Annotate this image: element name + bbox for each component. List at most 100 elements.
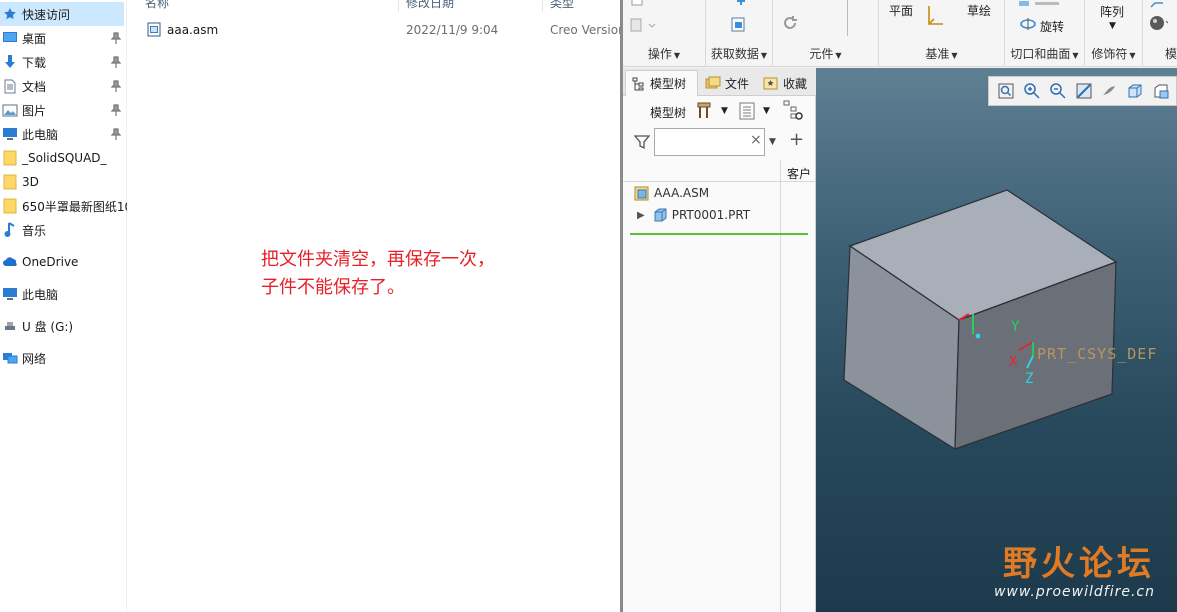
tab-model-tree[interactable]: 模型树 [625, 70, 698, 96]
folder-icon [2, 150, 18, 166]
pin-icon[interactable] [110, 104, 122, 116]
show-tree-filters-icon[interactable] [782, 99, 804, 124]
csys-name-label: PRT_CSYS_DEF [1037, 345, 1157, 363]
nav-item-this-pc[interactable]: 此电脑 [0, 282, 127, 306]
nav-item-label: 图片 [22, 103, 47, 118]
computer-icon [2, 126, 18, 142]
clear-filter-icon[interactable]: × [750, 132, 762, 148]
plane-button[interactable]: 平面 [889, 2, 913, 19]
ribbon-group-modifiers: 阵列 ▼ 修饰符 ▼ [1085, 0, 1143, 67]
ribbon-group-model: 模 [1143, 0, 1177, 67]
tab-favorites[interactable]: 收藏 [763, 70, 815, 96]
file-row[interactable]: aaa.asm 2022/11/9 9:04 Creo Version [138, 19, 626, 41]
regenerate-icon[interactable] [781, 14, 799, 35]
filter-funnel-icon[interactable] [633, 134, 651, 153]
extrude-icon[interactable] [1017, 0, 1067, 12]
nav-item-quick-access[interactable]: 快速访问 [0, 2, 124, 26]
column-separator[interactable] [542, 0, 543, 12]
csys-axis-label-y: Y [1011, 319, 1020, 335]
creo-window: 操作 ▼ 获取数据 ▼ 元件 ▼ 平面 草绘 基准 ▼ 旋转 切口和曲面 ▼ 阵… [623, 0, 1177, 612]
tree-column-label[interactable]: 客户 [787, 165, 811, 182]
sketch-button[interactable]: 草绘 [967, 2, 991, 19]
nav-item-label: U 盘 (G:) [22, 319, 74, 334]
view-cube-icon[interactable] [1149, 0, 1165, 12]
ribbon-group-label[interactable]: 获取数据 ▼ [706, 45, 772, 62]
nav-item-downloads[interactable]: 下载 [0, 50, 127, 74]
appearance-sphere-icon[interactable] [1149, 14, 1169, 35]
nav-item-usb-drive[interactable]: U 盘 (G:) [0, 314, 127, 338]
asm-file-icon [147, 22, 161, 40]
annotation-line: 把文件夹清空，再保存一次， [261, 249, 495, 270]
column-header-type[interactable]: 类型 [550, 0, 574, 10]
tab-label: 收藏 [783, 76, 808, 91]
ribbon-group-label[interactable]: 元件 ▼ [773, 45, 878, 62]
tree-node-assembly[interactable]: AAA.ASM [634, 183, 709, 203]
tree-insert-indicator[interactable] [630, 233, 808, 235]
download-arrow-icon [2, 54, 18, 70]
pin-icon[interactable] [110, 56, 122, 68]
ribbon-group-datum: 平面 草绘 基准 ▼ [879, 0, 1005, 67]
column-header-name[interactable]: 名称 [145, 0, 169, 10]
pin-icon[interactable] [110, 128, 122, 140]
tree-column-separator[interactable] [780, 160, 781, 612]
import-icon[interactable] [730, 16, 748, 37]
axis-icon[interactable] [926, 0, 946, 37]
nav-item-3d[interactable]: 3D [0, 170, 127, 194]
ribbon-group-components: 元件 ▼ [773, 0, 879, 67]
ribbon-group-label[interactable]: 操作 ▼ [623, 45, 705, 62]
csys-axis-label-x: X [1009, 354, 1018, 370]
ribbon-group-label[interactable]: 模 [1143, 45, 1177, 62]
tab-files[interactable]: 文件 [705, 70, 755, 96]
ribbon-group-cuts-surfaces: 旋转 切口和曲面 ▼ [1005, 0, 1085, 67]
expand-arrow-icon[interactable]: ▶ [637, 210, 645, 221]
part-model-canvas[interactable]: X Y Z PRT_CSYS_DEF [816, 68, 1177, 612]
nav-item-music[interactable]: 音乐 [0, 218, 127, 242]
tree-columns-icon[interactable] [739, 102, 755, 123]
network-icon [2, 350, 18, 366]
nav-item-this-pc-pinned[interactable]: 此电脑 [0, 122, 127, 146]
column-separator[interactable] [398, 0, 399, 12]
paste-icon[interactable] [630, 17, 656, 36]
tab-label: 模型树 [650, 77, 687, 91]
tree-settings-tools-icon[interactable] [697, 102, 713, 123]
revolve-button[interactable]: 旋转 [1040, 18, 1064, 35]
ribbon-group-operations: 操作 ▼ [623, 0, 706, 67]
tree-toolbar: 模型树 ▼ ▼ [623, 96, 816, 126]
csys-axis-label-z: Z [1025, 371, 1033, 387]
graphics-viewport[interactable]: X Y Z PRT_CSYS_DEF 野火论坛 www.proewildfire… [816, 68, 1177, 612]
get-data-icon[interactable] [734, 0, 748, 10]
folder-icon [2, 174, 18, 190]
revolve-icon[interactable] [1019, 16, 1037, 35]
nav-item-onedrive[interactable]: OneDrive [0, 250, 127, 274]
nav-item-label: 下载 [22, 55, 47, 70]
chevron-down-icon[interactable]: ▼ [721, 106, 728, 116]
pin-icon[interactable] [110, 80, 122, 92]
model-tree-menu-label[interactable]: 模型树 [650, 104, 686, 121]
nav-item-documents[interactable]: 文档 [0, 74, 127, 98]
chevron-down-icon[interactable]: ▼ [763, 106, 770, 116]
clipboard-icon[interactable] [630, 0, 644, 10]
ribbon-group-get-data: 获取数据 ▼ [706, 0, 773, 67]
pattern-button[interactable]: 阵列 [1100, 3, 1124, 20]
tree-node-part[interactable]: ▶ PRT0001.PRT [637, 205, 750, 225]
nav-item-desktop[interactable]: 桌面 [0, 26, 127, 50]
chevron-down-icon[interactable]: ▼ [1109, 21, 1116, 31]
nav-item-650-drawings[interactable]: 650半罩最新图纸10 [0, 194, 127, 218]
ribbon-group-label[interactable]: 基准 ▼ [879, 45, 1004, 62]
cloud-icon [2, 254, 18, 270]
watermark-title: 野火论坛 [1003, 544, 1155, 584]
model-tree-panel: 模型树 文件 收藏 模型树 ▼ ▼ × ▼ + 客户 AAA.ASM ▶ PRT… [623, 68, 816, 612]
folder-icon [2, 198, 18, 214]
nav-item-network[interactable]: 网络 [0, 346, 127, 370]
ribbon-group-label[interactable]: 切口和曲面 ▼ [1005, 45, 1084, 62]
ribbon-group-label[interactable]: 修饰符 ▼ [1085, 45, 1142, 62]
nav-item-solidsquad[interactable]: _SolidSQUAD_ [0, 146, 127, 170]
tree-search-input[interactable] [654, 128, 765, 156]
nav-item-label: 650半罩最新图纸10 [22, 199, 127, 214]
nav-item-pictures[interactable]: 图片 [0, 98, 127, 122]
add-filter-plus-icon[interactable]: + [789, 129, 804, 150]
chevron-down-icon[interactable]: ▼ [769, 137, 776, 147]
column-header-modified[interactable]: 修改日期 [406, 0, 454, 10]
pin-icon[interactable] [110, 32, 122, 44]
assembly-icon [634, 186, 649, 201]
